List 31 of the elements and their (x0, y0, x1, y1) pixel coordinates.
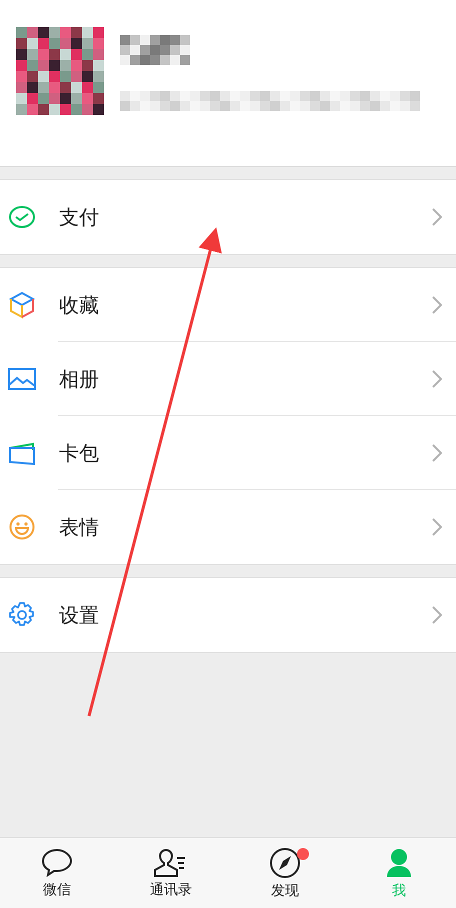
menu-item[interactable]: 卡包 (0, 416, 456, 490)
tab[interactable]: 通讯录 (114, 838, 228, 908)
menu-label: 相册 (59, 366, 100, 392)
cube-icon (9, 291, 35, 319)
wallet-check-icon (8, 205, 36, 229)
card-icon (8, 441, 36, 465)
blurred-name (120, 35, 190, 65)
chevron-icon (432, 606, 442, 624)
menu-item[interactable]: 表情 (0, 490, 456, 564)
menu-label: 支付 (59, 204, 100, 230)
menu-label: 设置 (59, 602, 100, 628)
picture-icon (8, 368, 36, 390)
menu-label: 卡包 (59, 440, 100, 466)
smiley-icon (9, 514, 35, 540)
chat-bubble-icon (41, 848, 73, 878)
person-icon (384, 846, 414, 878)
settings-icon (9, 602, 35, 628)
menu-item[interactable]: 支付 (0, 180, 456, 254)
chevron-icon (432, 518, 442, 536)
tab[interactable]: 微信 (0, 838, 114, 908)
compass-icon (269, 846, 301, 878)
menu-item[interactable]: 相册 (0, 342, 456, 416)
chevron-icon (432, 370, 442, 388)
menu-item[interactable]: 设置 (0, 578, 456, 652)
chevron-icon (432, 208, 442, 226)
chevron-icon (432, 444, 442, 462)
tab[interactable]: 发现 (228, 838, 342, 908)
menu-item[interactable]: 收藏 (0, 268, 456, 342)
menu-label: 表情 (59, 514, 100, 540)
chevron-icon (432, 296, 442, 314)
menu-label: 收藏 (59, 292, 100, 318)
